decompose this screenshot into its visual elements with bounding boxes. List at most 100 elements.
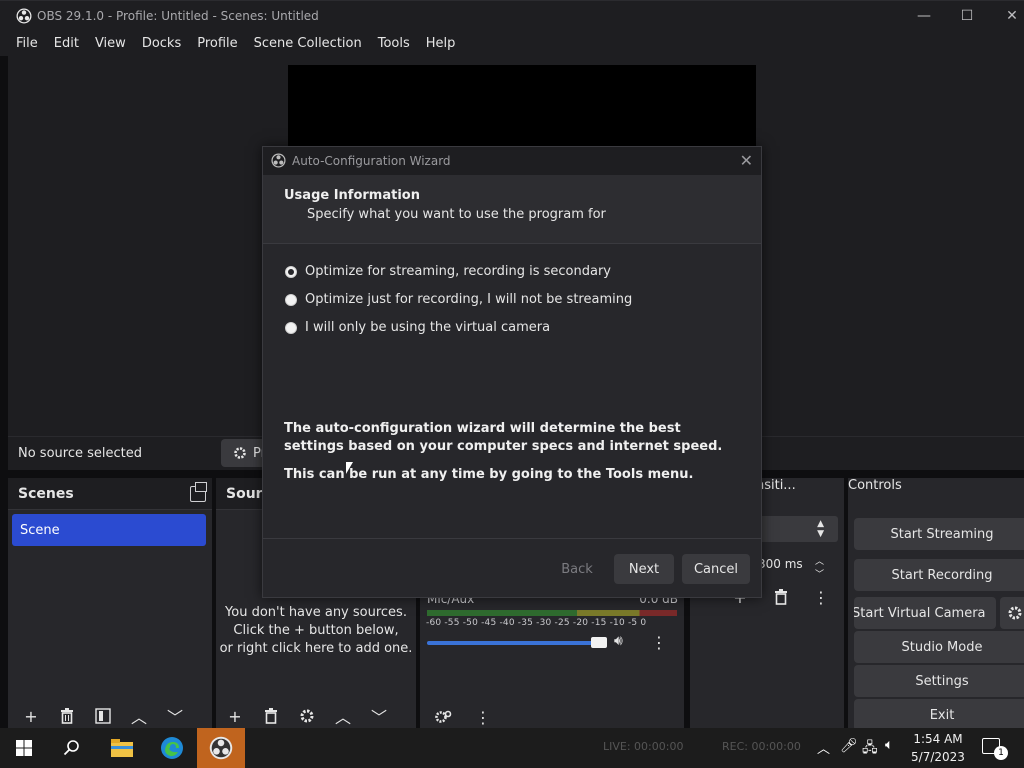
move-up-icon[interactable]: ︿ xyxy=(126,703,152,729)
radio-option-virtual-camera[interactable]: I will only be using the virtual camera xyxy=(285,320,550,335)
mouse-cursor xyxy=(346,462,353,474)
menu-profile[interactable]: Profile xyxy=(189,36,245,51)
scenes-title: Scenes xyxy=(8,478,212,510)
controls-dock: Controls Start Streaming Start Recording… xyxy=(848,478,1024,732)
radio-option-streaming[interactable]: Optimize for streaming, recording is sec… xyxy=(285,264,611,279)
windows-start-icon[interactable] xyxy=(0,728,48,768)
more-options-icon[interactable]: ⋮ xyxy=(646,629,672,655)
dialog-titlebar: Auto-Configuration Wizard ✕ xyxy=(263,147,761,175)
speaker-icon[interactable]: 🔊︎ xyxy=(614,633,623,649)
no-source-label: No source selected xyxy=(18,446,142,461)
radio-label: Optimize for streaming, recording is sec… xyxy=(305,264,612,279)
obs-logo-icon xyxy=(16,8,32,24)
radio-button[interactable] xyxy=(285,321,297,334)
system-clock[interactable]: 1:54 AM 5/7/2023 xyxy=(906,730,970,766)
undock-icon[interactable] xyxy=(190,482,207,502)
auto-config-wizard-dialog: Auto-Configuration Wizard ✕ Usage Inform… xyxy=(262,146,762,598)
radio-option-recording[interactable]: Optimize just for recording, I will not … xyxy=(285,292,632,307)
menu-scene-collection[interactable]: Scene Collection xyxy=(246,36,370,51)
network-icon[interactable]: 🖧︎ xyxy=(862,737,878,761)
select-arrows-icon: ▲ ▼ xyxy=(817,519,824,539)
windows-taskbar: LIVE: 00:00:00 REC: 00:00:00 ︿ 🎤︎ 🖧︎ 🔈︎ … xyxy=(0,728,1024,768)
mixer-settings-icon[interactable] xyxy=(430,704,456,730)
move-down-icon[interactable]: ﹀ xyxy=(162,703,188,729)
dialog-heading: Usage Information xyxy=(284,188,420,203)
window-title: OBS 29.1.0 - Profile: Untitled - Scenes:… xyxy=(37,9,319,23)
spinbox-arrows-icon[interactable]: ︿ ﹀ xyxy=(815,554,824,580)
move-down-icon[interactable]: ﹀ xyxy=(366,703,392,729)
volume-slider-handle[interactable] xyxy=(591,637,607,648)
minimize-button[interactable]: — xyxy=(914,7,934,25)
scene-list-item[interactable]: Scene xyxy=(12,514,206,546)
window-titlebar: OBS 29.1.0 - Profile: Untitled - Scenes:… xyxy=(0,0,1024,31)
virtual-camera-label: Start Virtual Camera xyxy=(854,605,986,621)
clock-time: 1:54 AM xyxy=(913,732,963,746)
edge-browser-icon[interactable] xyxy=(148,728,196,768)
back-button[interactable]: Back xyxy=(550,554,604,584)
start-virtual-camera-button[interactable]: Start Virtual Camera xyxy=(854,597,996,629)
dialog-title: Auto-Configuration Wizard xyxy=(292,154,451,168)
sources-toolbar: + ︿ ﹀ xyxy=(222,702,392,730)
trash-icon[interactable] xyxy=(258,703,284,729)
microphone-icon[interactable]: 🎤︎ xyxy=(840,738,858,754)
menu-tools[interactable]: Tools xyxy=(370,36,418,51)
clock-date: 5/7/2023 xyxy=(911,750,965,764)
duration-value: 300 ms xyxy=(758,557,803,571)
preview-canvas[interactable] xyxy=(288,65,756,153)
menu-edit[interactable]: Edit xyxy=(46,36,87,51)
empty-sources-line: or right click here to add one. xyxy=(219,641,413,656)
add-icon[interactable]: + xyxy=(18,703,44,729)
scenes-dock: Scenes Scene + ︿ ﹀ xyxy=(8,478,212,732)
add-icon[interactable]: + xyxy=(222,703,248,729)
menu-view[interactable]: View xyxy=(87,36,134,51)
menu-bar: File Edit View Docks Profile Scene Colle… xyxy=(0,31,1024,56)
start-recording-button[interactable]: Start Recording xyxy=(854,559,1024,591)
scenes-toolbar: + ︿ ﹀ xyxy=(18,702,188,730)
transition-select[interactable]: ▲ ▼ xyxy=(758,516,838,542)
live-status: LIVE: 00:00:00 xyxy=(603,740,684,753)
notification-badge: 1 xyxy=(994,746,1008,760)
search-icon[interactable] xyxy=(48,728,96,768)
next-button[interactable]: Next xyxy=(614,554,674,584)
duration-field[interactable]: 300 ms ︿ ﹀ xyxy=(758,552,838,580)
trash-icon[interactable] xyxy=(768,584,794,610)
menu-file[interactable]: File xyxy=(8,36,46,51)
start-streaming-button[interactable]: Start Streaming xyxy=(854,518,1024,550)
volume-slider[interactable] xyxy=(427,641,605,645)
transition-menu-icon[interactable]: ⋮ xyxy=(808,584,834,610)
obs-taskbar-icon[interactable] xyxy=(197,728,245,768)
studio-mode-button[interactable]: Studio Mode xyxy=(854,631,1024,663)
radio-label: Optimize just for recording, I will not … xyxy=(305,292,633,307)
virtual-camera-settings-icon[interactable] xyxy=(1000,597,1024,629)
gear-icon xyxy=(234,447,246,459)
volume-icon[interactable]: 🔈︎ xyxy=(885,737,893,753)
radio-label: I will only be using the virtual camera xyxy=(305,320,551,335)
radio-button[interactable] xyxy=(285,293,297,306)
dialog-divider xyxy=(263,538,761,539)
menu-docks[interactable]: Docks xyxy=(134,36,189,51)
radio-button[interactable] xyxy=(285,265,297,278)
maximize-button[interactable]: ☐ xyxy=(957,7,977,25)
empty-sources-message[interactable]: You don't have any sources. Click the + … xyxy=(216,604,416,658)
exit-button[interactable]: Exit xyxy=(854,699,1024,731)
close-window-button[interactable]: ✕ xyxy=(1002,7,1022,25)
file-explorer-icon[interactable] xyxy=(98,728,146,768)
chevron-up-icon[interactable]: ︿ xyxy=(817,738,830,757)
filter-icon[interactable] xyxy=(90,703,116,729)
cancel-button[interactable]: Cancel xyxy=(682,554,750,584)
gear-icon[interactable] xyxy=(294,703,320,729)
rec-status: REC: 00:00:00 xyxy=(722,740,801,753)
empty-sources-line: Click the + button below, xyxy=(233,623,399,638)
mixer-menu-icon[interactable]: ⋮ xyxy=(470,704,496,730)
dialog-header: Usage Information Specify what you want … xyxy=(263,175,761,244)
menu-help[interactable]: Help xyxy=(418,36,464,51)
dialog-close-icon[interactable]: ✕ xyxy=(740,151,753,170)
dialog-subheading: Specify what you want to use the program… xyxy=(307,207,606,222)
settings-button[interactable]: Settings xyxy=(854,665,1024,697)
controls-title: Controls xyxy=(848,478,902,493)
trash-icon[interactable] xyxy=(54,703,80,729)
obs-logo-icon xyxy=(271,153,286,168)
volume-meter xyxy=(427,610,677,616)
move-up-icon[interactable]: ︿ xyxy=(330,703,356,729)
wizard-tools-hint: This can be run at any time by going to … xyxy=(284,467,694,482)
